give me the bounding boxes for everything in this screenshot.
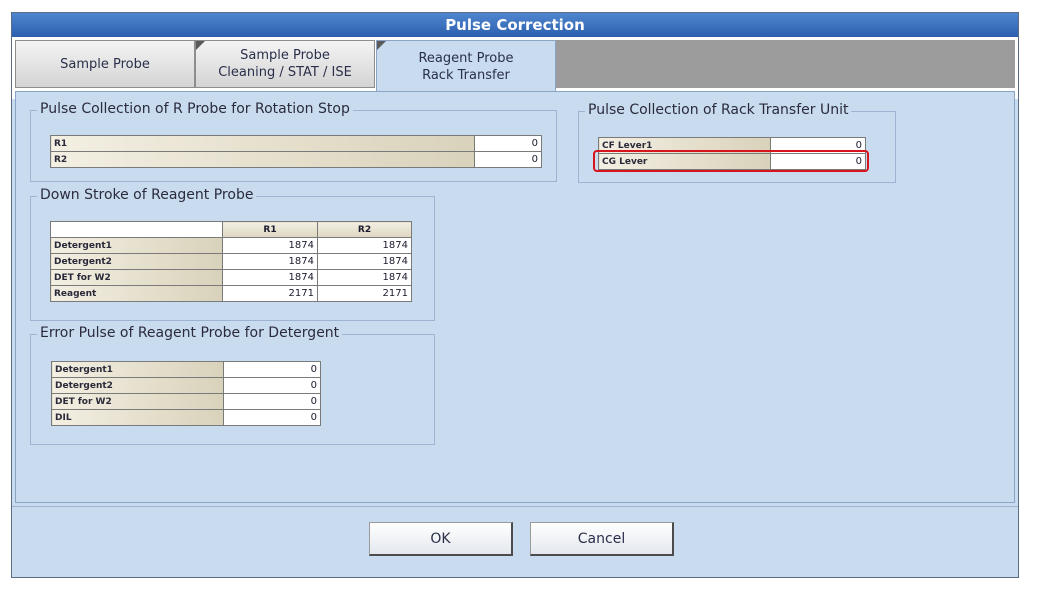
table-row: Detergent1 0	[51, 361, 321, 378]
row-label: Detergent1	[51, 361, 224, 378]
table-row: R1 0	[50, 135, 542, 152]
reagent-r2-field[interactable]: 2171	[317, 285, 412, 302]
table-row: DET for W2 1874 1874	[50, 269, 412, 286]
det-w2-error-field[interactable]: 0	[223, 393, 321, 410]
group-title: Down Stroke of Reagent Probe	[37, 187, 257, 203]
table-header-row: R1 R2	[50, 221, 412, 238]
tab-label: Reagent Probe Rack Transfer	[418, 50, 514, 83]
detergent2-r2-field[interactable]: 1874	[317, 253, 412, 270]
tab-strip: Sample Probe Sample Probe Cleaning / STA…	[12, 37, 1018, 99]
row-label: R1	[50, 135, 475, 152]
group-error-pulse: Error Pulse of Reagent Probe for Deterge…	[30, 325, 435, 445]
pulse-correction-dialog: Pulse Correction Sample Probe Sample Pro…	[11, 12, 1019, 578]
table-row: R2 0	[50, 151, 542, 168]
group-title: Pulse Collection of R Probe for Rotation…	[37, 101, 353, 117]
tab-strip-filler	[556, 40, 1015, 88]
tab-label: Sample Probe	[60, 56, 150, 72]
row-label: Detergent2	[51, 377, 224, 394]
column-header-r1: R1	[222, 221, 318, 238]
tab-content-panel: Pulse Collection of R Probe for Rotation…	[15, 91, 1015, 503]
dialog-title: Pulse Correction	[12, 13, 1018, 37]
group-title: Error Pulse of Reagent Probe for Deterge…	[37, 325, 343, 341]
tab-corner-marker	[196, 41, 205, 50]
table-row: Detergent2 1874 1874	[50, 253, 412, 270]
row-label: DET for W2	[50, 269, 223, 286]
column-header-r2: R2	[317, 221, 412, 238]
table-row: DET for W2 0	[51, 393, 321, 410]
group-title: Pulse Collection of Rack Transfer Unit	[585, 102, 852, 118]
row-label: R2	[50, 151, 475, 168]
row-label: Reagent	[50, 285, 223, 302]
table-row: Detergent2 0	[51, 377, 321, 394]
det-w2-r1-field[interactable]: 1874	[222, 269, 318, 286]
highlight-box	[593, 150, 869, 172]
header-corner	[50, 221, 223, 238]
detergent2-r1-field[interactable]: 1874	[222, 253, 318, 270]
row-label: DIL	[51, 409, 224, 426]
table-row: Detergent1 1874 1874	[50, 237, 412, 254]
detergent1-error-field[interactable]: 0	[223, 361, 321, 378]
tab-sample-probe[interactable]: Sample Probe	[15, 40, 195, 88]
tab-label: Sample Probe Cleaning / STAT / ISE	[218, 48, 352, 80]
ok-button[interactable]: OK	[369, 522, 513, 556]
row-label: Detergent2	[50, 253, 223, 270]
r1-value-field[interactable]: 0	[474, 135, 542, 152]
tab-sample-probe-cleaning[interactable]: Sample Probe Cleaning / STAT / ISE	[195, 40, 375, 88]
error-pulse-table: Detergent1 0 Detergent2 0 DET for W2 0 D…	[51, 361, 321, 426]
group-rack-transfer: Pulse Collection of Rack Transfer Unit C…	[578, 102, 896, 183]
dialog-footer: OK Cancel	[12, 506, 1018, 577]
tab-reagent-probe-rack-transfer[interactable]: Reagent Probe Rack Transfer	[376, 40, 556, 92]
cancel-button[interactable]: Cancel	[530, 522, 674, 556]
r2-value-field[interactable]: 0	[474, 151, 542, 168]
table-row: Reagent 2171 2171	[50, 285, 412, 302]
det-w2-r2-field[interactable]: 1874	[317, 269, 412, 286]
group-rotation-stop: Pulse Collection of R Probe for Rotation…	[30, 101, 557, 182]
row-label: Detergent1	[50, 237, 223, 254]
rotation-stop-table: R1 0 R2 0	[50, 135, 542, 168]
row-label: DET for W2	[51, 393, 224, 410]
dil-error-field[interactable]: 0	[223, 409, 321, 426]
group-down-stroke: Down Stroke of Reagent Probe R1 R2 Deter…	[30, 187, 435, 321]
reagent-r1-field[interactable]: 2171	[222, 285, 318, 302]
detergent2-error-field[interactable]: 0	[223, 377, 321, 394]
down-stroke-table: R1 R2 Detergent1 1874 1874 Detergent2 18…	[50, 221, 412, 302]
detergent1-r2-field[interactable]: 1874	[317, 237, 412, 254]
table-row: DIL 0	[51, 409, 321, 426]
detergent1-r1-field[interactable]: 1874	[222, 237, 318, 254]
tab-corner-marker	[377, 41, 386, 50]
